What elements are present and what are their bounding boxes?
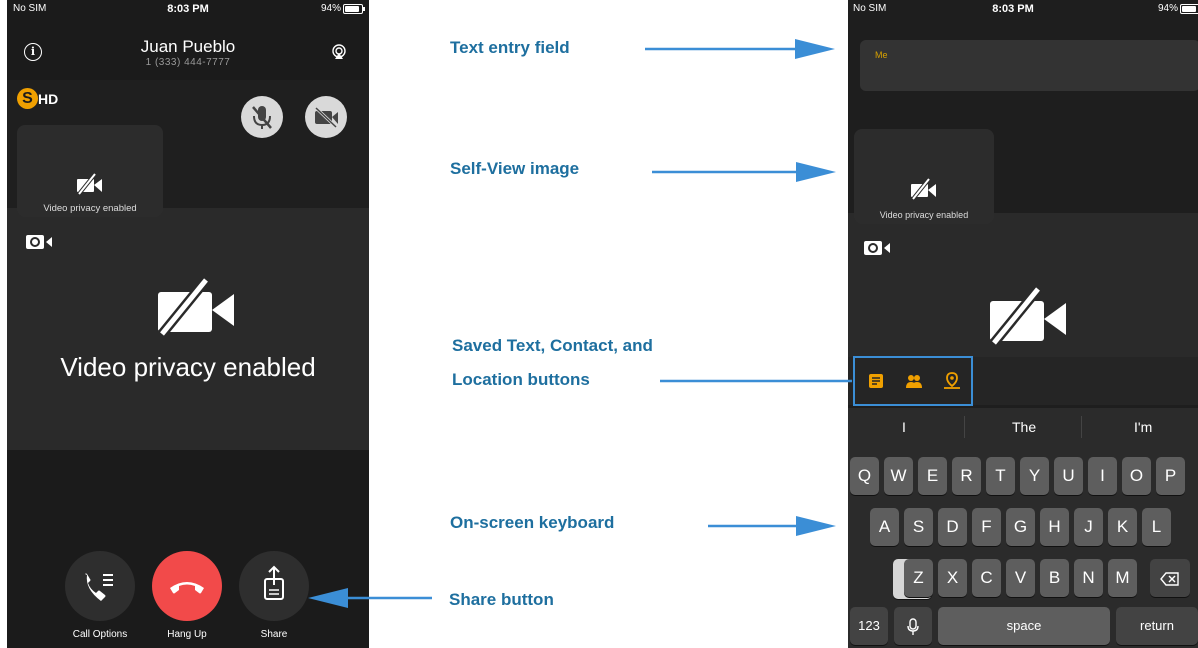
dictation-key[interactable] bbox=[894, 607, 932, 645]
hang-up-icon bbox=[170, 582, 204, 594]
key-m[interactable]: M bbox=[1108, 559, 1137, 597]
battery-icon bbox=[343, 4, 365, 14]
key-r[interactable]: R bbox=[952, 457, 981, 495]
callout-saved-line1: Saved Text, Contact, and bbox=[452, 336, 653, 355]
keyboard-suggestions: I The I'm bbox=[848, 408, 1198, 444]
key-k[interactable]: K bbox=[1108, 508, 1137, 546]
airplay-icon[interactable] bbox=[331, 44, 347, 60]
mic-off-icon bbox=[252, 106, 272, 129]
privacy-message: Video privacy enabled bbox=[60, 352, 316, 382]
battery-percent: 94% bbox=[320, 3, 341, 14]
video-privacy-icon bbox=[911, 177, 936, 201]
video-privacy-icon bbox=[77, 172, 102, 196]
status-time: 8:03 PM bbox=[992, 3, 1034, 15]
self-view: Video privacy enabled bbox=[17, 125, 163, 217]
call-options-button[interactable] bbox=[65, 551, 135, 621]
key-g[interactable]: G bbox=[1006, 508, 1035, 546]
backspace-icon bbox=[1160, 571, 1179, 586]
callout-self-view: Self-View image bbox=[450, 159, 580, 178]
key-y[interactable]: Y bbox=[1020, 457, 1049, 495]
caller-name: Juan Pueblo bbox=[140, 37, 236, 56]
share-button[interactable] bbox=[239, 551, 309, 621]
callout-text-entry: Text entry field bbox=[450, 38, 570, 57]
space-key[interactable]: space bbox=[938, 607, 1110, 645]
camera-switch-icon[interactable] bbox=[864, 240, 894, 256]
key-b[interactable]: B bbox=[1040, 559, 1069, 597]
text-chat-screen: No SIM 8:03 PM 94% Me Video privacy enab… bbox=[848, 0, 1198, 648]
key-s[interactable]: S bbox=[904, 508, 933, 546]
text-entry-placeholder: Me bbox=[875, 50, 888, 60]
arrow-self-view bbox=[652, 162, 836, 182]
logo-hd: HD bbox=[38, 91, 59, 107]
key-h[interactable]: H bbox=[1040, 508, 1069, 546]
key-d[interactable]: D bbox=[938, 508, 967, 546]
callout-keyboard: On-screen keyboard bbox=[450, 513, 615, 532]
battery-icon bbox=[1180, 4, 1198, 14]
hang-up-label: Hang Up bbox=[167, 629, 207, 640]
callout-share: Share button bbox=[449, 590, 554, 609]
key-x[interactable]: X bbox=[938, 559, 967, 597]
status-bar: No SIM 8:03 PM 94% bbox=[848, 0, 1198, 20]
arrow-share bbox=[308, 588, 432, 608]
share-icon bbox=[264, 565, 284, 600]
caller-number: 1 (333) 444-7777 bbox=[145, 57, 231, 68]
selfview-privacy-label: Video privacy enabled bbox=[43, 203, 137, 214]
camera-off-button[interactable] bbox=[305, 96, 347, 138]
key-a[interactable]: A bbox=[870, 508, 899, 546]
logo-s: S bbox=[17, 88, 38, 109]
key-z[interactable]: Z bbox=[904, 559, 933, 597]
quick-buttons-highlight bbox=[853, 356, 973, 406]
suggestion-1[interactable]: I bbox=[902, 419, 906, 435]
microphone-icon bbox=[907, 617, 919, 635]
video-privacy-large-icon bbox=[990, 287, 1066, 345]
on-screen-keyboard: 123 space return QWERTYUIOP ASDFGHJKL ZXCV… bbox=[848, 444, 1198, 648]
key-p[interactable]: P bbox=[1156, 457, 1185, 495]
mute-button[interactable] bbox=[241, 96, 283, 138]
return-key[interactable]: return bbox=[1116, 607, 1198, 645]
call-screen: No SIM 8:03 PM 94% i Juan Pueblo 1 (333)… bbox=[7, 0, 369, 648]
call-options-label: Call Options bbox=[72, 629, 128, 640]
key-w[interactable]: W bbox=[884, 457, 913, 495]
text-entry-field[interactable]: Me bbox=[860, 40, 1198, 91]
status-time: 8:03 PM bbox=[167, 3, 209, 15]
key-t[interactable]: T bbox=[986, 457, 1015, 495]
hang-up-button[interactable] bbox=[152, 551, 222, 621]
callout-saved-line2: Location buttons bbox=[452, 370, 590, 389]
suggestion-3[interactable]: I'm bbox=[1134, 419, 1152, 435]
camera-switch-icon[interactable] bbox=[26, 234, 56, 250]
video-off-icon bbox=[314, 106, 338, 129]
selfview-privacy-label: Video privacy enabled bbox=[879, 210, 969, 220]
delete-key[interactable] bbox=[1150, 559, 1190, 597]
numbers-key[interactable]: 123 bbox=[850, 607, 888, 645]
key-c[interactable]: C bbox=[972, 559, 1001, 597]
key-v[interactable]: V bbox=[1006, 559, 1035, 597]
arrow-text-entry bbox=[645, 39, 835, 59]
key-f[interactable]: F bbox=[972, 508, 1001, 546]
video-privacy-large-icon bbox=[158, 278, 234, 336]
key-n[interactable]: N bbox=[1074, 559, 1103, 597]
arrow-saved-buttons bbox=[660, 379, 852, 383]
status-bar: No SIM 8:03 PM 94% bbox=[7, 0, 369, 20]
arrow-keyboard bbox=[708, 516, 836, 536]
suggestion-2[interactable]: The bbox=[1012, 419, 1036, 435]
battery-percent: 94% bbox=[1157, 3, 1178, 14]
key-j[interactable]: J bbox=[1074, 508, 1103, 546]
key-e[interactable]: E bbox=[918, 457, 947, 495]
key-i[interactable]: I bbox=[1088, 457, 1117, 495]
key-o[interactable]: O bbox=[1122, 457, 1151, 495]
self-view: Video privacy enabled bbox=[854, 129, 994, 224]
share-label: Share bbox=[260, 629, 288, 640]
phone-options-icon bbox=[85, 573, 113, 601]
key-q[interactable]: Q bbox=[850, 457, 879, 495]
key-u[interactable]: U bbox=[1054, 457, 1083, 495]
key-l[interactable]: L bbox=[1142, 508, 1171, 546]
